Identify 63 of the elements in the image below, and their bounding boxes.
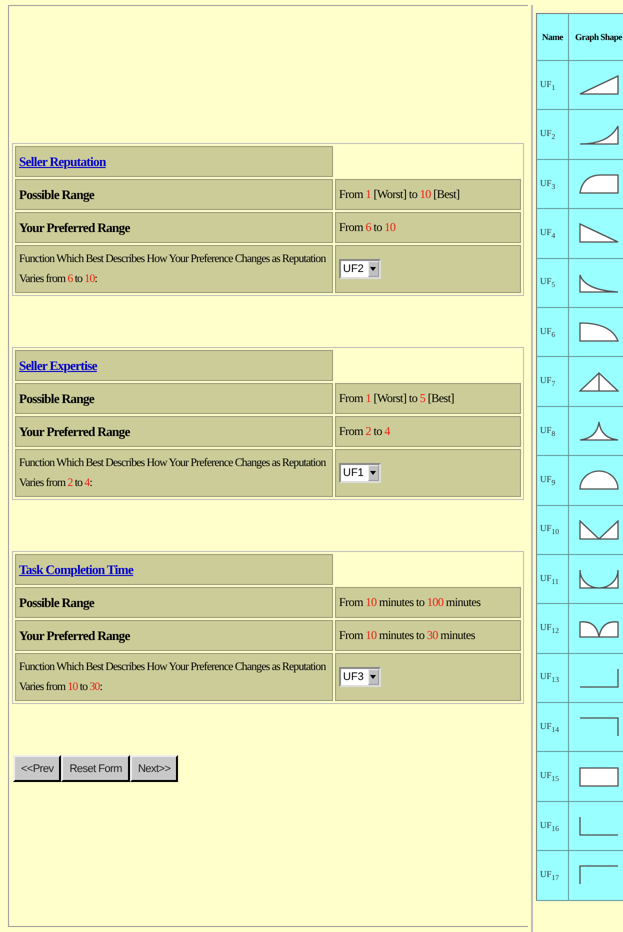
form-button[interactable]: Next>>: [130, 755, 178, 782]
dropdown-arrow-icon: [370, 471, 376, 475]
graph-shape-icon: [578, 816, 618, 836]
graph-shape-icon: [578, 766, 618, 787]
graph-shape-icon: [578, 470, 618, 490]
function-name: UF$_{7}$: [536, 356, 568, 406]
row-value: From 6 to 10: [335, 212, 521, 243]
function-dropdown[interactable]: UF3: [339, 667, 381, 687]
graph-shape-icon: [578, 272, 618, 293]
row-label: Possible Range: [15, 383, 333, 414]
function-name: UF$_{3}$: [536, 159, 568, 209]
section-title-link[interactable]: Task Completion Time: [19, 562, 134, 576]
function-name: UF$_{10}$: [536, 505, 568, 554]
row-value: From 1 [Worst] to 10 [Best]: [335, 179, 521, 210]
function-name: UF$_{9}$: [536, 456, 568, 506]
function-dropdown[interactable]: UF1: [339, 463, 381, 483]
dropdown-arrow-icon: [370, 267, 376, 271]
graph-shape-icon: [578, 618, 618, 638]
column-header: Name: [536, 14, 568, 60]
row-value: From 1 [Worst] to 5 [Best]: [335, 383, 521, 414]
graph-shape-icon: [578, 124, 618, 145]
function-label: Function Which Best Describes How Your Preference Changes as Reputation Varies from 2 to 4:: [15, 449, 333, 497]
function-label: Function Which Best Describes How Your Preference Changes as Reputation Varies from 10 to 30:: [15, 653, 333, 701]
graph-shape-icon: [578, 75, 618, 96]
function-name: UF$_{11}$: [536, 554, 568, 604]
row-label: Your Preferred Range: [15, 212, 333, 243]
graph-shape-icon: [578, 865, 618, 886]
function-name: UF$_{12}$: [536, 604, 568, 654]
graph-shape-icon: [578, 668, 618, 688]
function-name: UF$_{8}$: [536, 406, 568, 456]
graph-shape-icon: [578, 372, 618, 392]
row-label: Your Preferred Range: [15, 416, 333, 447]
column-header: Graph Shape: [568, 14, 623, 60]
graph-shape-icon: [578, 569, 618, 590]
dropdown-arrow-icon: [370, 675, 376, 679]
function-label: Function Which Best Describes How Your Preference Changes as Reputation Varies from 6 to 10:: [15, 245, 333, 293]
function-dropdown[interactable]: UF2: [339, 259, 381, 279]
graph-shape-icon: [578, 420, 618, 441]
graph-shape-icon: [578, 717, 618, 738]
function-name: UF$_{17}$: [536, 850, 568, 900]
function-name: UF$_{13}$: [536, 653, 568, 703]
row-value: From 10 minutes to 100 minutes: [335, 587, 521, 618]
form-button[interactable]: <<Prev: [13, 755, 62, 782]
row-label: Your Preferred Range: [15, 620, 333, 651]
function-name: UF$_{4}$: [536, 208, 568, 258]
function-name: UF$_{16}$: [536, 801, 568, 851]
graph-shape-icon: [578, 520, 618, 540]
function-name: UF$_{14}$: [536, 702, 568, 752]
function-name: UF$_{2}$: [536, 110, 568, 160]
section-title-link[interactable]: Seller Reputation: [19, 154, 106, 168]
row-value: From 10 minutes to 30 minutes: [335, 620, 521, 651]
function-name: UF$_{1}$: [536, 60, 568, 110]
function-name: UF$_{15}$: [536, 752, 568, 802]
row-label: Possible Range: [15, 179, 333, 210]
graph-shape-icon: [578, 174, 618, 194]
form-button[interactable]: Reset Form: [61, 755, 130, 782]
section-title-link[interactable]: Seller Expertise: [19, 358, 97, 372]
function-name: UF$_{5}$: [536, 258, 568, 308]
row-value: From 2 to 4: [335, 416, 521, 447]
row-label: Possible Range: [15, 587, 333, 618]
graph-shape-icon: [578, 223, 618, 244]
function-name: UF$_{6}$: [536, 307, 568, 357]
graph-shape-icon: [578, 322, 618, 342]
